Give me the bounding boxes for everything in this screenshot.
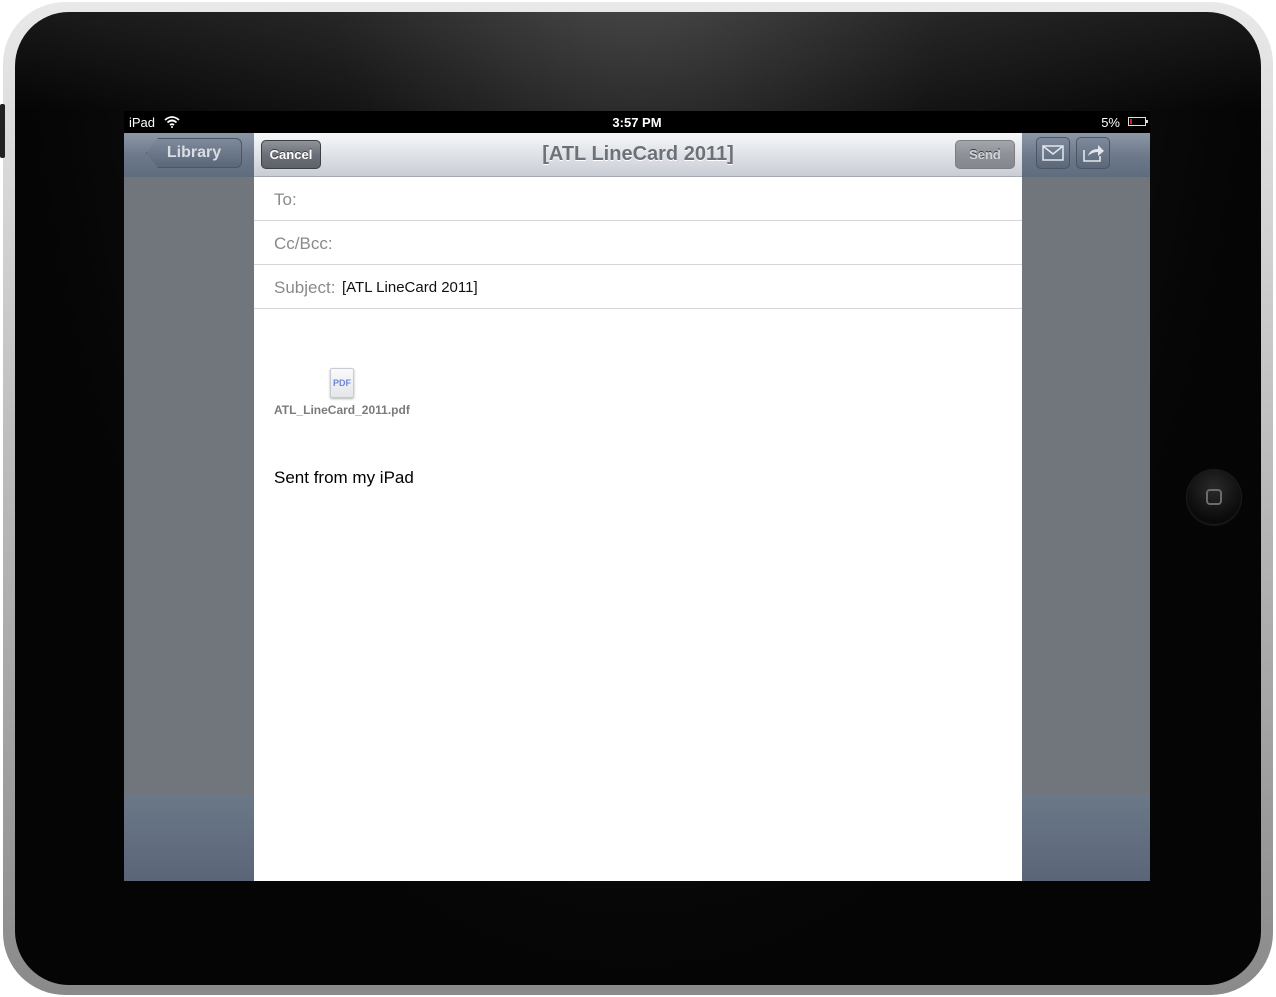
cc-bcc-label: Cc/Bcc: bbox=[274, 234, 333, 253]
cc-bcc-field[interactable]: Cc/Bcc: bbox=[254, 221, 1022, 265]
subject-field[interactable]: Subject: [ATL LineCard 2011] bbox=[254, 265, 1022, 309]
to-field[interactable]: To: bbox=[254, 177, 1022, 221]
battery-icon bbox=[1128, 117, 1148, 126]
compose-title: [ATL LineCard 2011] bbox=[542, 143, 734, 165]
battery-percent: 5% bbox=[1101, 115, 1120, 130]
share-button[interactable] bbox=[1076, 137, 1110, 169]
subject-label: Subject: bbox=[274, 278, 336, 297]
mail-compose-sheet: Cancel [ATL LineCard 2011] Send To: Cc/B… bbox=[254, 133, 1022, 881]
mail-icon bbox=[1042, 145, 1064, 161]
to-label: To: bbox=[274, 190, 297, 209]
message-body-signature[interactable]: Sent from my iPad bbox=[274, 468, 414, 488]
bezel-shine bbox=[15, 12, 1261, 110]
library-back-button[interactable]: Library bbox=[146, 138, 242, 168]
mail-button[interactable] bbox=[1036, 137, 1070, 169]
status-bar: iPad 3:57 PM 5% bbox=[124, 111, 1150, 133]
pdf-attachment[interactable]: PDF ATL_LineCard_2011.pdf bbox=[274, 368, 434, 418]
share-icon bbox=[1083, 145, 1104, 162]
attachment-filename: ATL_LineCard_2011.pdf bbox=[274, 403, 410, 417]
pdf-file-icon: PDF bbox=[330, 368, 354, 398]
status-time: 3:57 PM bbox=[612, 115, 662, 130]
send-button[interactable]: Send bbox=[955, 140, 1015, 169]
home-square-icon bbox=[1206, 489, 1222, 505]
subject-value[interactable]: [ATL LineCard 2011] bbox=[342, 279, 478, 296]
compose-navbar: Cancel [ATL LineCard 2011] Send bbox=[254, 133, 1022, 177]
home-button[interactable] bbox=[1186, 469, 1242, 525]
side-switch bbox=[0, 104, 5, 158]
